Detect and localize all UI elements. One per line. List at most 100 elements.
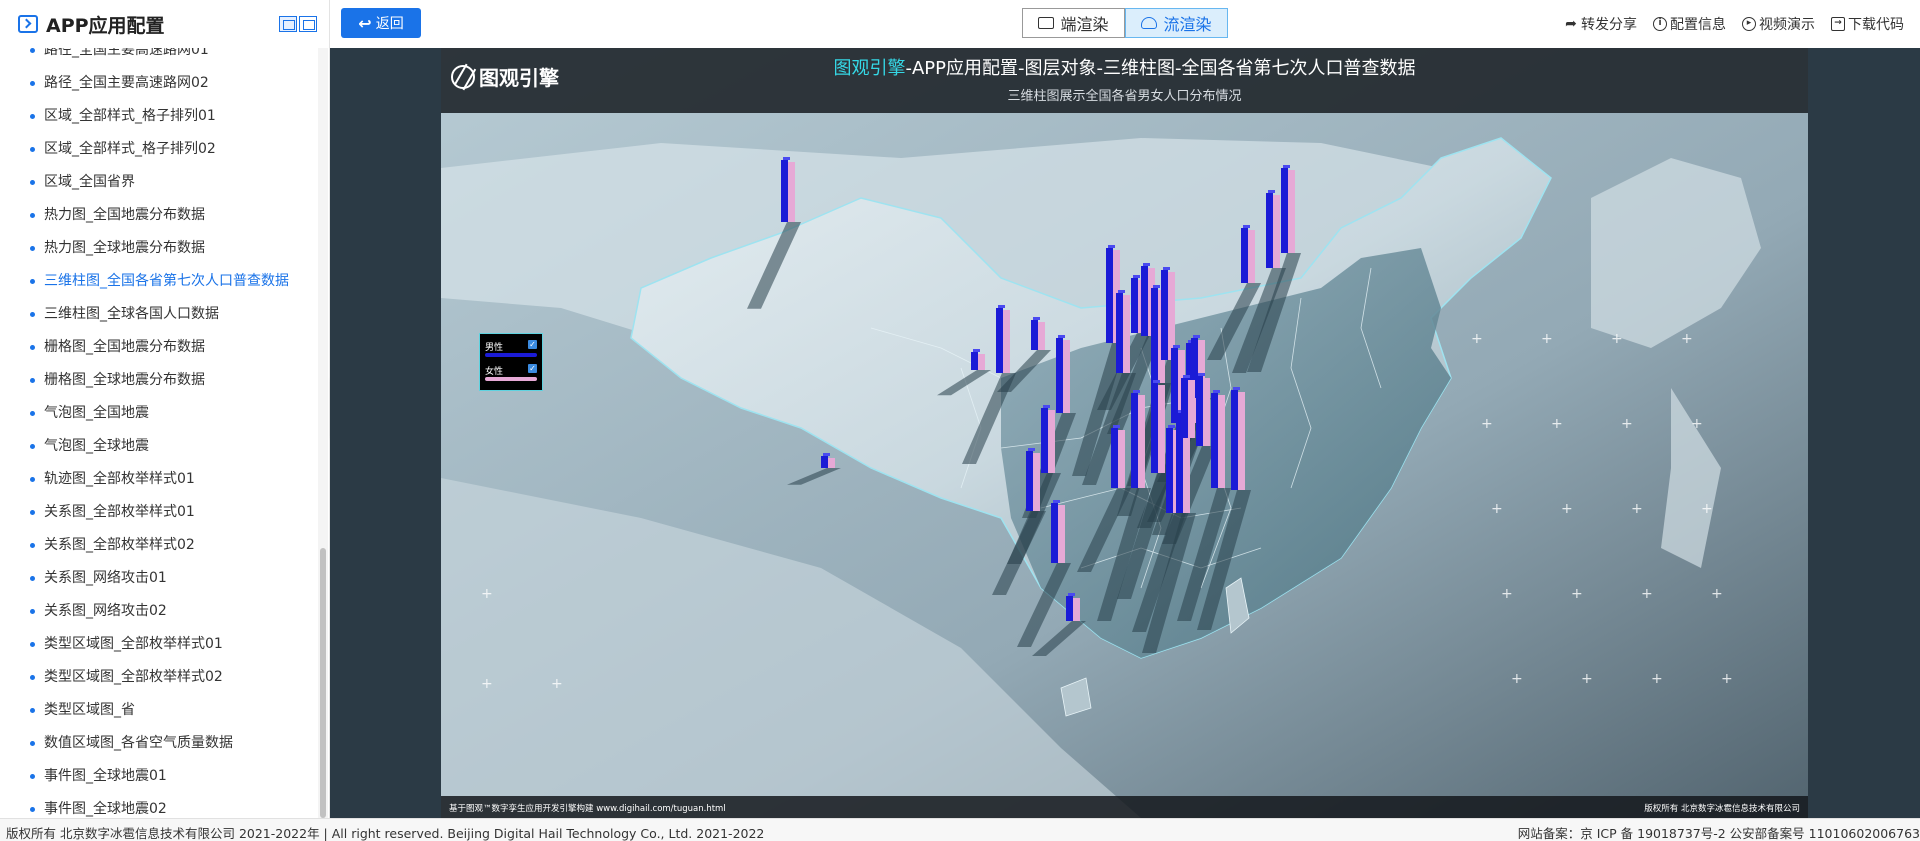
legend-label-male: 男性 xyxy=(485,343,504,353)
sidebar-item[interactable]: 热力图_全国地震分布数据 xyxy=(0,199,318,232)
male-column[interactable] xyxy=(1151,383,1158,473)
male-column[interactable] xyxy=(1181,378,1188,438)
male-column-top xyxy=(1143,263,1150,266)
app-root: APP应用配置 路径_全国主要高速路网01 路径_全国主要高速路网02 区域_全部样… xyxy=(0,0,1920,841)
sidebar-item[interactable]: 关系图_全部枚举样式02 xyxy=(0,529,318,562)
female-column[interactable] xyxy=(1273,195,1280,268)
sidebar-item[interactable]: 栅格图_全球地震分布数据 xyxy=(0,364,318,397)
male-column[interactable] xyxy=(1241,228,1248,283)
male-column[interactable] xyxy=(1266,193,1273,268)
female-column[interactable] xyxy=(1003,310,1010,373)
stream-render-button[interactable]: 流渲染 xyxy=(1125,8,1228,38)
map-viewport[interactable]: + + + + + + + + + + + + + + + + + + + + + + + 图观引擎 图观引擎-A… xyxy=(441,48,1808,818)
sidebar-item[interactable]: 轨迹图_全部枚举样式01 xyxy=(0,463,318,496)
female-column[interactable] xyxy=(788,162,795,222)
male-column[interactable] xyxy=(1051,503,1058,563)
male-column[interactable] xyxy=(1111,428,1118,488)
sidebar-scrollbar-thumb[interactable] xyxy=(320,548,326,818)
sidebar-item[interactable]: 类型区域图_全部枚举样式01 xyxy=(0,628,318,661)
female-column[interactable] xyxy=(1203,378,1210,446)
female-column[interactable] xyxy=(1073,598,1080,621)
sidebar-item[interactable]: 路径_全国主要高速路网02 xyxy=(0,67,318,100)
female-column[interactable] xyxy=(1118,430,1125,488)
legend-checkbox-male[interactable]: ✓ xyxy=(528,340,537,349)
sidebar-item[interactable]: 热力图_全球地震分布数据 xyxy=(0,232,318,265)
male-column[interactable] xyxy=(1041,408,1048,473)
sidebar-item[interactable]: 关系图_全部枚举样式01 xyxy=(0,496,318,529)
sidebar-item[interactable]: 路径_全国主要高速路网01 xyxy=(0,48,318,67)
female-column[interactable] xyxy=(828,458,835,468)
female-column[interactable] xyxy=(1063,340,1070,413)
male-column[interactable] xyxy=(1151,288,1158,383)
female-column[interactable] xyxy=(1158,385,1165,473)
legend-row-male[interactable]: 男性 ✓ xyxy=(485,338,537,362)
back-button[interactable]: ↩ 返回 xyxy=(341,8,421,38)
male-column[interactable] xyxy=(1161,270,1168,360)
sidebar-item[interactable]: 区域_全部样式_格子排列02 xyxy=(0,133,318,166)
female-column[interactable] xyxy=(1288,170,1295,253)
sidebar-item[interactable]: 三维柱图_全国各省第七次人口普查数据 xyxy=(0,265,318,298)
legend-row-female[interactable]: 女性 ✓ xyxy=(485,362,537,386)
sidebar-title: APP应用配置 xyxy=(46,14,165,37)
male-column-top xyxy=(1173,345,1180,348)
sidebar-item[interactable]: 类型区域图_省 xyxy=(0,694,318,727)
share-button[interactable]: ➦ 转发分享 xyxy=(1564,14,1637,34)
male-column[interactable] xyxy=(821,456,828,468)
sidebar-item[interactable]: 事件图_全球地震02 xyxy=(0,793,318,818)
sidebar-item[interactable]: 三维柱图_全球各国人口数据 xyxy=(0,298,318,331)
client-render-label: 端渲染 xyxy=(1060,15,1109,34)
male-column[interactable] xyxy=(1131,278,1138,333)
male-column[interactable] xyxy=(1106,248,1113,343)
client-render-button[interactable]: 端渲染 xyxy=(1022,8,1125,38)
config-info-button[interactable]: i 配置信息 xyxy=(1653,14,1726,34)
sidebar-item[interactable]: 区域_全国省界 xyxy=(0,166,318,199)
male-column[interactable] xyxy=(1211,393,1218,488)
sidebar-item[interactable]: 事件图_全球地震01 xyxy=(0,760,318,793)
female-column[interactable] xyxy=(1038,322,1045,350)
video-demo-button[interactable]: ▸ 视频演示 xyxy=(1742,14,1815,34)
male-column[interactable] xyxy=(996,308,1003,373)
map-title: 图观引擎-APP应用配置-图层对象-三维柱图-全国各省第七次人口普查数据 xyxy=(441,54,1808,80)
male-column[interactable] xyxy=(1056,338,1063,413)
sidebar-item[interactable]: 气泡图_全国地震 xyxy=(0,397,318,430)
female-column[interactable] xyxy=(1218,395,1225,488)
svg-text:+: + xyxy=(1541,331,1553,347)
female-column[interactable] xyxy=(1238,392,1245,490)
female-column[interactable] xyxy=(1123,295,1130,373)
male-column-top xyxy=(1133,275,1140,278)
male-column[interactable] xyxy=(1131,393,1138,488)
female-column[interactable] xyxy=(1188,380,1195,438)
female-column[interactable] xyxy=(978,354,985,370)
sidebar-item[interactable]: 栅格图_全国地震分布数据 xyxy=(0,331,318,364)
male-column[interactable] xyxy=(1231,390,1238,490)
female-column[interactable] xyxy=(1033,453,1040,511)
male-column[interactable] xyxy=(1281,168,1288,253)
sidebar-item[interactable]: 类型区域图_全部枚举样式02 xyxy=(0,661,318,694)
male-column[interactable] xyxy=(1031,320,1038,350)
male-column[interactable] xyxy=(971,352,978,370)
male-column[interactable] xyxy=(1166,428,1173,513)
download-code-button[interactable]: → 下载代码 xyxy=(1831,14,1904,34)
female-column[interactable] xyxy=(1058,505,1065,563)
footer-copyright: 版权所有 北京数字冰雹信息技术有限公司 2021-2022年 | All rig… xyxy=(6,826,765,841)
render-mode-switch: 端渲染 流渲染 xyxy=(1022,8,1228,38)
male-column[interactable] xyxy=(1171,348,1178,423)
female-column[interactable] xyxy=(1248,230,1255,283)
image-view-icon[interactable] xyxy=(299,16,317,32)
sidebar-item[interactable]: 数值区域图_各省空气质量数据 xyxy=(0,727,318,760)
male-column[interactable] xyxy=(1066,596,1073,621)
male-column[interactable] xyxy=(781,160,788,222)
male-column[interactable] xyxy=(1026,451,1033,511)
male-column[interactable] xyxy=(1196,376,1203,446)
china-3d-column-map[interactable]: + + + + + + + + + + + + + + + + + + + + + + + xyxy=(441,48,1808,818)
sidebar-item[interactable]: 气泡图_全球地震 xyxy=(0,430,318,463)
grid-view-icon[interactable] xyxy=(279,16,297,32)
sidebar-item[interactable]: 区域_全部样式_格子排列01 xyxy=(0,100,318,133)
sidebar-item[interactable]: 关系图_网络攻击01 xyxy=(0,562,318,595)
female-column[interactable] xyxy=(1138,395,1145,488)
sidebar-item[interactable]: 关系图_网络攻击02 xyxy=(0,595,318,628)
legend-checkbox-female[interactable]: ✓ xyxy=(528,364,537,373)
female-column[interactable] xyxy=(1048,410,1055,473)
male-column[interactable] xyxy=(1141,266,1148,336)
male-column[interactable] xyxy=(1116,293,1123,373)
